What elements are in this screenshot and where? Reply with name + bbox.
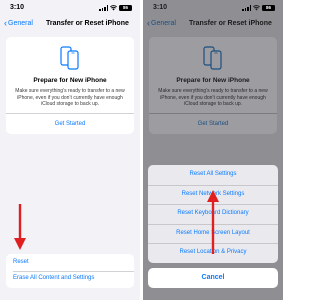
status-time: 3:10	[153, 4, 168, 11]
prepare-description: Make sure everything’s ready to transfer…	[158, 88, 268, 107]
prepare-card: Prepare for New iPhone Make sure everyth…	[6, 37, 134, 134]
battery-icon: 86	[119, 5, 132, 11]
get-started-button[interactable]: Get Started	[6, 121, 134, 127]
prepare-title: Prepare for New iPhone	[176, 77, 250, 84]
get-started-button[interactable]: Get Started	[149, 121, 277, 127]
status-icons: 86	[99, 5, 132, 11]
divider	[6, 113, 134, 114]
back-button[interactable]: ‹ General	[4, 18, 33, 28]
phone-transfer-icon	[203, 46, 222, 70]
status-time: 3:10	[10, 4, 25, 11]
signal-icon	[242, 5, 251, 11]
reset-button[interactable]: Reset	[13, 259, 29, 265]
prepare-title: Prepare for New iPhone	[33, 77, 107, 84]
erase-all-button[interactable]: Erase All Content and Settings	[13, 275, 94, 281]
annotation-arrow-up	[207, 190, 219, 254]
divider	[149, 113, 277, 114]
divider	[13, 271, 134, 272]
back-button[interactable]: ‹ General	[147, 18, 176, 28]
page-title: Transfer or Reset iPhone	[46, 20, 129, 27]
battery-icon: 86	[262, 5, 275, 11]
back-label: General	[151, 20, 176, 27]
screen-reset-sheet: 3:10 86 ‹ General Transfer or Reset iPho…	[143, 0, 283, 300]
prepare-description: Make sure everything’s ready to transfer…	[15, 88, 125, 107]
status-icons: 86	[242, 5, 275, 11]
prepare-card: Prepare for New iPhone Make sure everyth…	[149, 37, 277, 134]
page-title: Transfer or Reset iPhone	[189, 20, 272, 27]
nav-bar: ‹ General Transfer or Reset iPhone	[143, 18, 283, 32]
screen-transfer-reset: 3:10 86 ‹ General Transfer or Reset iPho…	[0, 0, 140, 300]
annotation-arrow-down	[14, 204, 26, 250]
chevron-left-icon: ‹	[147, 18, 150, 28]
wifi-icon	[253, 5, 260, 11]
reset-options-group: Reset Erase All Content and Settings	[6, 254, 134, 288]
wifi-icon	[110, 5, 117, 11]
status-bar: 3:10 86	[10, 4, 132, 14]
back-label: General	[8, 20, 33, 27]
chevron-left-icon: ‹	[4, 18, 7, 28]
phone-transfer-icon	[60, 46, 79, 70]
status-bar: 3:10 86	[153, 4, 275, 14]
nav-bar: ‹ General Transfer or Reset iPhone	[0, 18, 140, 32]
cancel-button[interactable]: Cancel	[148, 268, 278, 288]
reset-all-settings-button[interactable]: Reset All Settings	[148, 165, 278, 185]
signal-icon	[99, 5, 108, 11]
